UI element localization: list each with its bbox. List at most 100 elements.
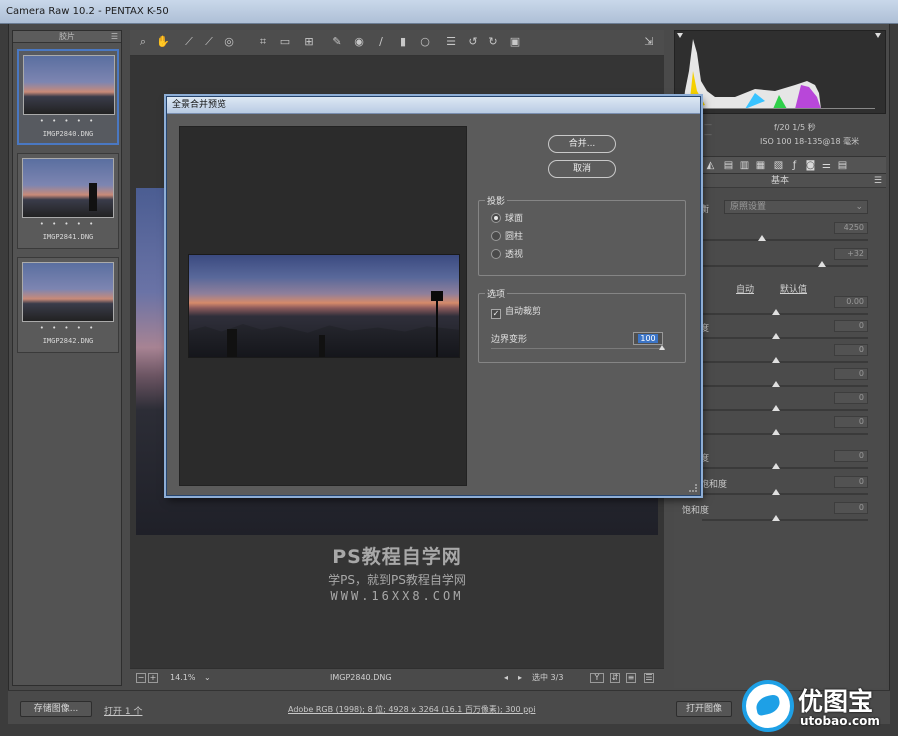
cancel-button[interactable]: 取消 (548, 160, 616, 178)
chevron-down-icon[interactable]: ⌄ (204, 669, 211, 687)
thumb-filename: IMGP2842.DNG (42, 337, 94, 345)
tone-curve-tab-icon[interactable]: ▤ (722, 159, 735, 172)
slider-value[interactable]: 0 (834, 450, 868, 462)
shadows-slider[interactable]: 阴影 0 (674, 368, 886, 394)
tool-toolbar: ⌕ ✋ ⟋ ⟋ ◎ ⌗ ▭ ⊞ ✎ ◉ ∕ ▮ ○ ☰ ↺ ↻ ▣ ⇲ (130, 30, 664, 56)
basic-tab-icon[interactable]: ◭ (704, 159, 717, 172)
slider-value[interactable]: 0 (834, 416, 868, 428)
projection-spherical[interactable]: 球面 (491, 213, 523, 227)
panel-tabs: ◭ ▤ ▥ ▦ ▧ ƒ ◙ ⚌ ▤ (674, 156, 886, 174)
fullscreen-icon[interactable]: ⇲ (642, 35, 656, 49)
slider-value[interactable]: 0 (834, 368, 868, 380)
clarity-slider[interactable]: 清晰度 0 (674, 450, 886, 476)
hand-icon[interactable]: ✋ (156, 35, 170, 49)
color-sampler-icon[interactable]: ⟋ (202, 35, 216, 49)
rating-stars[interactable]: • • • • • (18, 220, 118, 228)
workflow-options-link[interactable]: Adobe RGB (1998); 8 位; 4928 x 3264 (16.1… (288, 704, 535, 715)
radio-button[interactable] (491, 249, 501, 259)
view-settings-icon[interactable]: ☰ (644, 673, 654, 683)
trash-icon[interactable]: ▣ (508, 35, 522, 49)
fx-tab-icon[interactable]: ƒ (788, 159, 801, 172)
targeted-adjust-icon[interactable]: ◎ (222, 35, 236, 49)
swap-icon[interactable]: ⇵ (610, 673, 620, 683)
merge-button[interactable]: 合并... (548, 135, 616, 153)
projection-cylindrical[interactable]: 圆柱 (491, 231, 523, 245)
boundary-warp-track[interactable] (491, 348, 665, 349)
tint-value[interactable]: +32 (834, 248, 868, 260)
dialog-titlebar[interactable]: 全景合并预览 (167, 97, 700, 114)
thumb-filename: IMGP2841.DNG (42, 233, 94, 241)
rgb-readout-g: — (704, 130, 712, 139)
temperature-value[interactable]: 4250 (834, 222, 868, 234)
filmstrip-thumb-3[interactable]: • • • • • IMGP2842.DNG (17, 257, 119, 353)
slider-value[interactable]: 0 (834, 502, 868, 514)
panorama-merge-dialog: 全景合并预览 合并... 取消 投影 球面 圆柱 透视 选项 ✓ 自动裁剪 边界变… (166, 96, 701, 496)
tint-slider[interactable]: +32 (674, 248, 886, 274)
temperature-slider[interactable]: 4250 (674, 222, 886, 248)
slider-value[interactable]: 0 (834, 344, 868, 356)
auto-link[interactable]: 自动 (736, 282, 754, 295)
open-count-link[interactable]: 打开 1 个 (104, 704, 142, 717)
auto-crop-checkbox[interactable]: ✓ (491, 309, 501, 319)
vibrance-slider[interactable]: 自然饱和度 0 (674, 476, 886, 502)
boundary-warp-thumb[interactable] (659, 345, 665, 350)
preferences-icon[interactable]: ☰ (444, 35, 458, 49)
default-link[interactable]: 默认值 (780, 282, 807, 295)
window-title: Camera Raw 10.2 - PENTAX K-50 (6, 6, 169, 17)
blacks-slider[interactable]: 黑色 0 (674, 416, 886, 442)
contrast-slider[interactable]: 对比度 0 (674, 320, 886, 346)
slider-value[interactable]: 0 (834, 320, 868, 332)
next-image-icon[interactable]: ▸ (518, 669, 522, 687)
spot-removal-icon[interactable]: ✎ (330, 35, 344, 49)
copy-settings-icon[interactable]: ≡ (626, 673, 636, 683)
slider-value[interactable]: 0 (834, 476, 868, 488)
zoom-out-icon[interactable]: − (136, 673, 146, 683)
transform-icon[interactable]: ⊞ (302, 35, 316, 49)
rating-stars[interactable]: • • • • • (19, 117, 117, 125)
zoom-level[interactable]: 14.1% (170, 669, 195, 687)
projection-perspective[interactable]: 透视 (491, 249, 523, 263)
hsl-tab-icon[interactable]: ▦ (754, 159, 767, 172)
graduated-filter-icon[interactable]: ▮ (396, 35, 410, 49)
red-eye-icon[interactable]: ◉ (352, 35, 366, 49)
whites-slider[interactable]: 白色 0 (674, 392, 886, 418)
filmstrip-menu-icon[interactable]: ☰ (111, 31, 118, 43)
presets-tab-icon[interactable]: ⚌ (820, 159, 833, 172)
boundary-warp-slider[interactable]: 边界变形 100 (491, 332, 675, 358)
saturation-slider[interactable]: 饱和度 0 (674, 502, 886, 528)
radio-button[interactable] (491, 231, 501, 241)
rotate-ccw-icon[interactable]: ↺ (466, 35, 480, 49)
slider-value[interactable]: 0.00 (834, 296, 868, 308)
rotate-cw-icon[interactable]: ↻ (486, 35, 500, 49)
radio-label: 圆柱 (505, 232, 524, 242)
resize-grip-icon[interactable] (689, 484, 697, 492)
open-image-button[interactable]: 打开图像 (676, 701, 732, 717)
split-toning-tab-icon[interactable]: ▧ (772, 159, 785, 172)
straighten-icon[interactable]: ▭ (278, 35, 292, 49)
auto-crop-option[interactable]: ✓ 自动裁剪 (491, 306, 541, 320)
highlights-slider[interactable]: 高光 0 (674, 344, 886, 370)
radio-button[interactable] (491, 213, 501, 223)
camera-calibration-tab-icon[interactable]: ◙ (804, 159, 817, 172)
exposure-slider[interactable]: 曝光 0.00 (674, 296, 886, 322)
detail-tab-icon[interactable]: ▥ (738, 159, 751, 172)
filmstrip-thumb-1[interactable]: • • • • • IMGP2840.DNG (17, 49, 119, 145)
zoom-in-icon[interactable]: + (148, 673, 158, 683)
radial-filter-icon[interactable]: ○ (418, 35, 432, 49)
bird-logo-icon (742, 680, 794, 732)
white-balance-select[interactable]: 原照设置 ⌄ (724, 200, 868, 214)
adjustment-brush-icon[interactable]: ∕ (374, 35, 388, 49)
save-image-button[interactable]: 存储图像... (20, 701, 92, 717)
zoom-icon[interactable]: ⌕ (136, 35, 150, 49)
rating-stars[interactable]: • • • • • (18, 324, 118, 332)
slider-value[interactable]: 0 (834, 392, 868, 404)
white-balance-icon[interactable]: ⟋ (182, 35, 196, 49)
filmstrip-thumb-2[interactable]: • • • • • IMGP2841.DNG (17, 153, 119, 249)
thumb-image (22, 158, 114, 218)
boundary-warp-value[interactable]: 100 (633, 332, 663, 345)
before-after-icon[interactable]: Y (590, 673, 604, 683)
crop-icon[interactable]: ⌗ (256, 35, 270, 49)
snapshots-tab-icon[interactable]: ▤ (836, 159, 849, 172)
panel-menu-icon[interactable]: ☰ (874, 174, 882, 188)
prev-image-icon[interactable]: ◂ (504, 669, 508, 687)
